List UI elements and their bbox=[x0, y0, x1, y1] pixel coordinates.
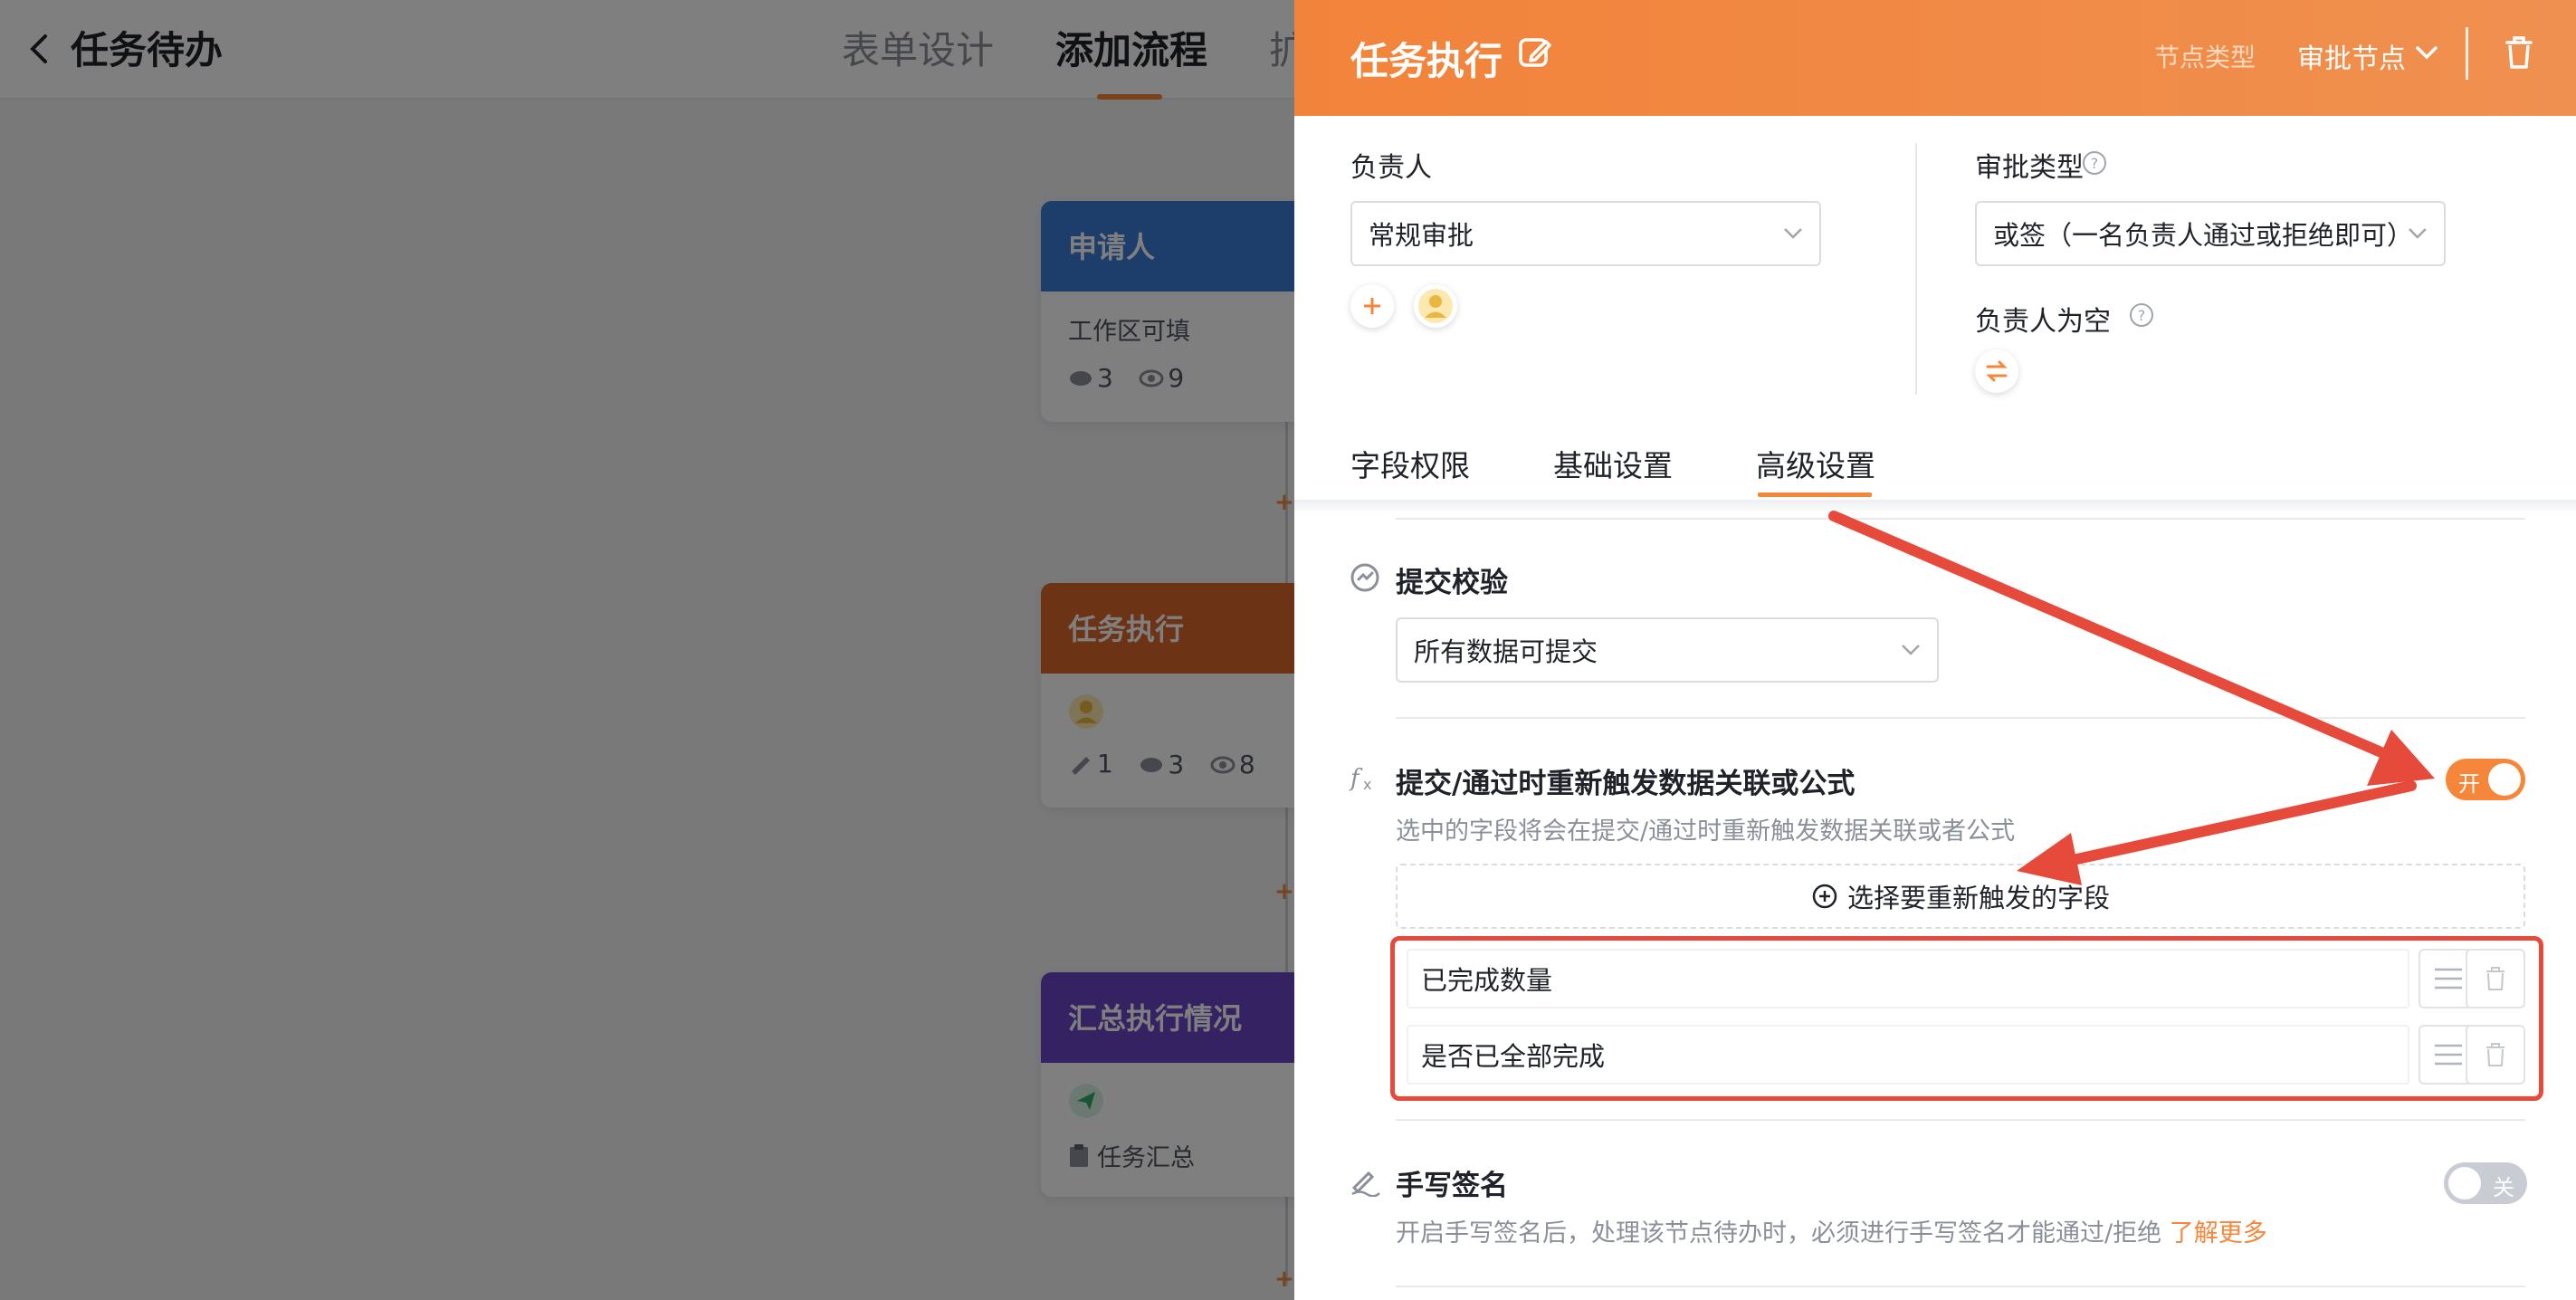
signature-description-text: 开启手写签名后，处理该节点待办时，必须进行手写签名才能通过/拒绝 bbox=[1396, 1219, 2162, 1247]
signature-toggle[interactable]: 关 bbox=[2444, 1162, 2527, 1204]
check-shield-icon bbox=[1350, 563, 1379, 592]
chevron-down-icon bbox=[1902, 645, 1920, 655]
assignee-select[interactable]: 常规审批 bbox=[1350, 201, 1821, 266]
toggle-label: 关 bbox=[2493, 1175, 2514, 1200]
node-settings-drawer: 任务执行 节点类型 审批节点 负责人 常规审批 审批类型 ? 或签（一名负责人通… bbox=[1294, 0, 2576, 1300]
assignee-avatar[interactable] bbox=[1414, 284, 1457, 328]
help-icon[interactable]: ? bbox=[2082, 150, 2107, 176]
toggle-knob bbox=[2488, 763, 2521, 796]
signature-description: 开启手写签名后，处理该节点待办时，必须进行手写签名才能通过/拒绝 了解更多 bbox=[1396, 1213, 2267, 1248]
tabs-bottom-shadow bbox=[1294, 500, 2576, 514]
header-divider bbox=[2466, 27, 2468, 80]
retrigger-title: 提交/通过时重新触发数据关联或公式 bbox=[1396, 768, 1856, 800]
chevron-down-icon bbox=[1784, 228, 1802, 239]
divider bbox=[1396, 518, 2525, 520]
help-icon[interactable]: ? bbox=[2129, 302, 2154, 328]
edit-icon[interactable] bbox=[1517, 34, 1553, 71]
approval-type-value: 或签（一名负责人通过或拒绝即可） bbox=[1993, 220, 2414, 251]
divider bbox=[1396, 717, 2525, 719]
modal-overlay[interactable] bbox=[0, 0, 1294, 1300]
empty-assignee-switch-button[interactable] bbox=[1975, 349, 2018, 393]
node-type-label: 节点类型 bbox=[2154, 43, 2256, 72]
toggle-label: 开 bbox=[2458, 771, 2480, 797]
tab-basic-settings[interactable]: 基础设置 bbox=[1553, 442, 1673, 485]
plus-icon bbox=[1364, 298, 1380, 314]
drawer-title: 任务执行 bbox=[1350, 39, 1503, 83]
approval-type-select[interactable]: 或签（一名负责人通过或拒绝即可） bbox=[1975, 201, 2446, 266]
toggle-knob bbox=[2448, 1167, 2481, 1200]
signature-title: 手写签名 bbox=[1396, 1170, 1508, 1202]
submit-check-value: 所有数据可提交 bbox=[1414, 636, 1598, 667]
svg-text:?: ? bbox=[2138, 307, 2146, 324]
add-retrigger-field-button[interactable]: 选择要重新触发的字段 bbox=[1396, 864, 2525, 929]
drawer-header: 任务执行 节点类型 审批节点 bbox=[1294, 0, 2576, 116]
swap-icon bbox=[1986, 360, 2008, 382]
add-field-label: 选择要重新触发的字段 bbox=[1846, 883, 2110, 913]
tab-advanced-settings[interactable]: 高级设置 bbox=[1756, 442, 1875, 485]
chevron-down-icon[interactable] bbox=[2413, 42, 2440, 63]
formula-fx-icon: fx bbox=[1349, 765, 1371, 793]
node-type-select[interactable]: 审批节点 bbox=[2297, 36, 2406, 76]
chevron-down-icon bbox=[2409, 228, 2427, 239]
svg-text:x: x bbox=[1363, 776, 1371, 793]
add-assignee-button[interactable] bbox=[1350, 284, 1394, 328]
submit-check-title: 提交校验 bbox=[1396, 567, 1508, 599]
plus-circle-icon bbox=[1812, 884, 1837, 909]
delete-node-icon[interactable] bbox=[2504, 34, 2534, 71]
divider bbox=[1396, 1286, 2525, 1287]
tab-field-permissions[interactable]: 字段权限 bbox=[1350, 442, 1470, 485]
empty-assignee-label: 负责人为空 bbox=[1975, 306, 2111, 338]
submit-check-select[interactable]: 所有数据可提交 bbox=[1396, 617, 1939, 683]
retrigger-description: 选中的字段将会在提交/通过时重新触发数据关联或者公式 bbox=[1396, 817, 2016, 846]
divider bbox=[1396, 1119, 2525, 1121]
svg-text:f: f bbox=[1349, 765, 1363, 792]
column-divider bbox=[1915, 143, 1917, 395]
approval-type-label: 审批类型 bbox=[1975, 152, 2084, 184]
avatar-icon bbox=[1418, 289, 1453, 323]
signature-pen-icon bbox=[1351, 1171, 1380, 1197]
active-tab-underline bbox=[1758, 492, 1872, 497]
assignee-label: 负责人 bbox=[1350, 152, 1432, 184]
learn-more-link[interactable]: 了解更多 bbox=[2170, 1219, 2267, 1247]
annotation-highlight-box bbox=[1390, 936, 2543, 1101]
retrigger-toggle[interactable]: 开 bbox=[2446, 759, 2525, 800]
svg-text:?: ? bbox=[2091, 155, 2099, 172]
assignee-select-value: 常规审批 bbox=[1369, 220, 1474, 251]
